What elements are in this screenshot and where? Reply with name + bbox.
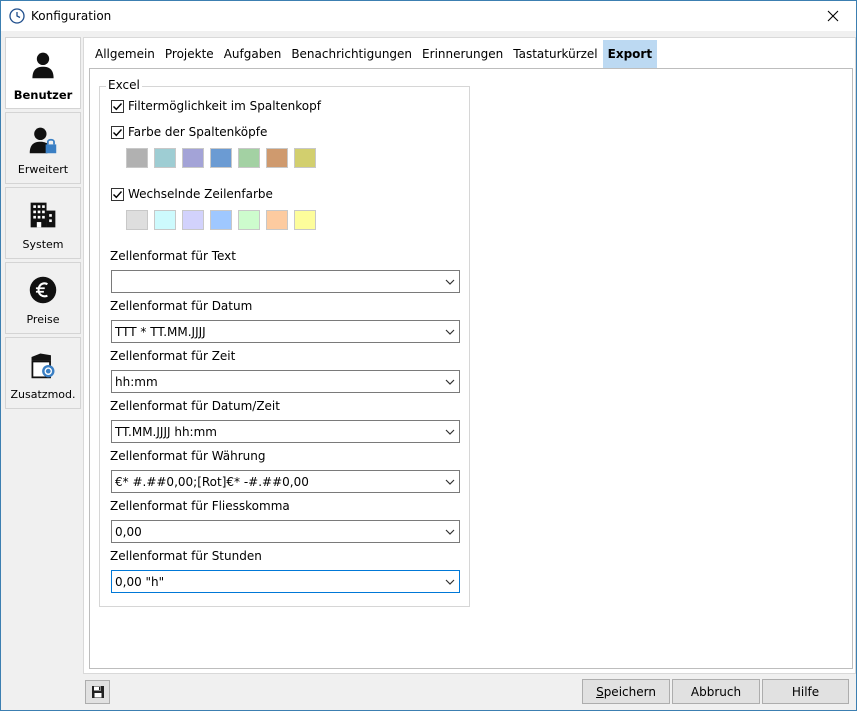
select-value: €* #.##0,00;[Rot]€* -#.##0,00 [115,475,309,489]
color-swatch[interactable] [154,148,176,168]
date-format-select[interactable]: TTT * TT.MM.JJJJ [111,320,460,343]
checkmark-icon [113,190,123,198]
nav-item-label: System [22,238,64,251]
filter-label: Filtermöglichkeit im Spaltenkopf [128,99,321,113]
select-value: TT.MM.JJJJ hh:mm [115,425,217,439]
category-nav: Benutzer Erweitert System Preise Zusatzm… [5,37,82,412]
header-color-label: Farbe der Spaltenköpfe [128,125,268,139]
chevron-down-icon [445,579,455,585]
euro-icon [26,273,60,307]
group-title: Excel [106,78,142,92]
user-lock-icon [26,123,60,157]
chevron-down-icon [445,329,455,335]
alt-row-label: Wechselnde Zeilenfarbe [128,187,273,201]
datetime-format-label: Zellenformat für Datum/Zeit [110,399,280,413]
building-icon [26,198,60,232]
time-format-select[interactable]: hh:mm [111,370,460,393]
time-format-label: Zellenformat für Zeit [110,349,236,363]
nav-item-zusatzmod[interactable]: Zusatzmod. [5,337,81,409]
currency-format-label: Zellenformat für Währung [110,449,266,463]
color-swatch[interactable] [294,210,316,230]
text-format-label: Zellenformat für Text [110,249,236,263]
clock-icon [9,8,25,24]
save-button[interactable]: Speichern [582,679,670,704]
chevron-down-icon [445,479,455,485]
save-mnemonic: S [596,684,604,699]
settings-panel: Allgemein Projekte Aufgaben Benachrichti… [83,37,856,674]
nav-item-system[interactable]: System [5,187,81,259]
nav-item-erweitert[interactable]: Erweitert [5,112,81,184]
close-icon [827,10,839,22]
header-color-option[interactable]: Farbe der Spaltenköpfe [111,125,267,139]
color-swatch[interactable] [238,148,260,168]
chevron-down-icon [445,529,455,535]
window-title: Konfiguration [31,9,112,23]
select-value: 0,00 "h" [115,575,165,589]
float-format-select[interactable]: 0,00 [111,520,460,543]
color-swatch[interactable] [294,148,316,168]
tab-export[interactable]: Export [602,40,658,68]
color-swatch[interactable] [126,210,148,230]
alt-row-option[interactable]: Wechselnde Zeilenfarbe [111,187,273,201]
excel-group: Excel Filtermöglichkeit im Spaltenkopf F… [99,78,470,607]
user-icon [26,48,60,82]
color-swatch[interactable] [266,210,288,230]
help-button[interactable]: Hilfe [762,679,849,704]
datetime-format-select[interactable]: TT.MM.JJJJ hh:mm [111,420,460,443]
chevron-down-icon [445,429,455,435]
color-swatch[interactable] [238,210,260,230]
nav-item-label: Erweitert [17,163,69,176]
export-tab-content: Excel Filtermöglichkeit im Spaltenkopf F… [89,68,853,669]
config-window: Konfiguration Benutzer Erweitert System … [0,0,857,711]
package-module-icon [26,348,60,382]
select-value: 0,00 [115,525,142,539]
checkmark-icon [113,128,123,136]
tab-erinnerungen[interactable]: Erinnerungen [417,40,508,68]
tab-allgemein[interactable]: Allgemein [90,40,160,68]
chevron-down-icon [445,379,455,385]
color-swatch[interactable] [182,210,204,230]
floppy-disk-icon [91,686,104,698]
color-swatch[interactable] [210,210,232,230]
filter-checkbox[interactable] [111,99,124,113]
cancel-button[interactable]: Abbruch [672,679,760,704]
header-color-checkbox[interactable] [111,125,124,139]
nav-item-preise[interactable]: Preise [5,262,81,334]
color-swatch[interactable] [154,210,176,230]
color-swatch[interactable] [266,148,288,168]
nav-item-label: Benutzer [13,88,73,102]
checkmark-icon [113,102,123,110]
title-bar: Konfiguration [1,1,856,31]
float-format-label: Zellenformat für Fliesskomma [110,499,290,513]
filter-option[interactable]: Filtermöglichkeit im Spaltenkopf [111,99,321,113]
hours-format-select[interactable]: 0,00 "h" [111,570,460,593]
alt-row-color-swatches [126,210,322,230]
tab-benachrichtigungen[interactable]: Benachrichtigungen [286,40,417,68]
text-format-select[interactable] [111,270,460,293]
close-button[interactable] [810,1,856,31]
save-label-rest: peichern [603,684,656,699]
tab-tastaturkuerzel[interactable]: Tastaturkürzel [508,40,602,68]
currency-format-select[interactable]: €* #.##0,00;[Rot]€* -#.##0,00 [111,470,460,493]
hours-format-label: Zellenformat für Stunden [110,549,262,563]
tab-aufgaben[interactable]: Aufgaben [219,40,287,68]
nav-item-label: Zusatzmod. [10,388,76,401]
color-swatch[interactable] [126,148,148,168]
date-format-label: Zellenformat für Datum [110,299,253,313]
header-color-swatches [126,148,322,168]
nav-item-benutzer[interactable]: Benutzer [5,37,81,109]
chevron-down-icon [445,279,455,285]
select-value: hh:mm [115,375,158,389]
color-swatch[interactable] [210,148,232,168]
select-value: TTT * TT.MM.JJJJ [115,325,206,339]
alt-row-checkbox[interactable] [111,187,124,201]
tab-bar: Allgemein Projekte Aufgaben Benachrichti… [90,40,658,68]
tab-projekte[interactable]: Projekte [160,40,219,68]
save-icon-button[interactable] [85,680,110,704]
color-swatch[interactable] [182,148,204,168]
nav-item-label: Preise [26,313,60,326]
